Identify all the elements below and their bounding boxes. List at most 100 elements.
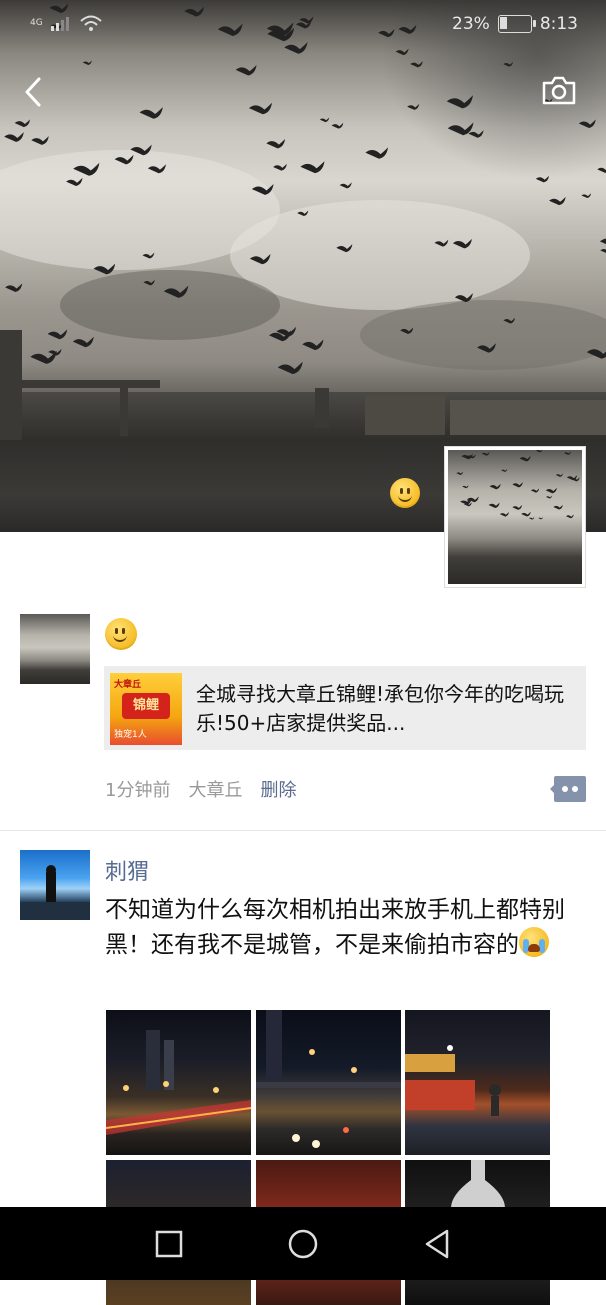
bird-shape	[489, 483, 501, 490]
cover-emoji-smile-icon	[390, 478, 420, 512]
bird-shape	[143, 279, 155, 286]
bird-shape	[581, 193, 592, 199]
bird-shape	[139, 107, 163, 119]
bird-shape	[529, 517, 535, 520]
bird-shape	[563, 451, 571, 455]
bird-shape	[235, 65, 257, 76]
avatar-image	[448, 450, 582, 584]
bird-shape	[468, 130, 484, 138]
photo-stall	[405, 1045, 501, 1116]
bird-shape	[512, 505, 523, 510]
bird-shape	[297, 210, 309, 217]
post-photo[interactable]	[106, 1010, 251, 1155]
post-divider	[0, 830, 606, 831]
bird-shape	[461, 453, 473, 460]
photo-lights	[256, 1010, 401, 1148]
bird-shape	[512, 482, 523, 488]
bird-shape	[519, 455, 531, 462]
bird-shape	[553, 504, 563, 510]
bird-shape	[549, 196, 566, 206]
status-bar: 4G 23% 8:13	[0, 0, 606, 52]
bird-shape	[535, 175, 550, 183]
post-photo[interactable]	[256, 1010, 401, 1155]
bird-shape	[273, 163, 287, 171]
bird-shape	[5, 283, 23, 292]
more-options-icon[interactable]	[550, 776, 586, 802]
bird-shape	[47, 329, 68, 340]
bird-shape	[4, 132, 24, 142]
bird-shape	[565, 514, 574, 519]
avatar-figure	[20, 865, 90, 920]
bird-shape	[248, 102, 273, 115]
post-text-body: 不知道为什么每次相机拍出来放手机上都特别黑！还有我不是城管，不是来偷拍市容的	[105, 897, 565, 958]
bird-shape	[578, 119, 596, 128]
thumb-text-bottom: 独宠1人	[114, 730, 147, 740]
bird-shape	[302, 339, 324, 351]
circle-icon[interactable]	[286, 1227, 320, 1261]
post-author[interactable]: 刺猬	[105, 854, 149, 886]
thumb-text-main: 锦鲤	[122, 693, 170, 719]
bird-shape	[503, 317, 516, 324]
bird-shape	[82, 60, 92, 65]
user-avatar[interactable]	[444, 446, 586, 588]
bird-shape	[452, 238, 472, 249]
post-time: 1分钟前	[105, 780, 171, 801]
shared-link-card[interactable]: 大章丘 锦鲤 独宠1人 全城寻找大章丘锦鲤!承包你今年的吃喝玩乐!50+店家提供…	[104, 666, 586, 750]
post-avatar[interactable]	[20, 850, 90, 920]
post-photo[interactable]	[405, 1010, 550, 1155]
bird-shape	[400, 327, 414, 334]
bird-shape	[66, 177, 83, 187]
delete-button[interactable]: 删除	[260, 776, 296, 802]
bird-shape	[114, 154, 134, 165]
bird-shape	[586, 349, 606, 359]
bird-shape	[14, 119, 31, 128]
bird-shape	[407, 103, 420, 110]
wifi-icon	[80, 15, 102, 31]
post-text: 不知道为什么每次相机拍出来放手机上都特别黑！还有我不是城管，不是来偷拍市容的	[105, 894, 575, 962]
shared-link-title: 全城寻找大章丘锦鲤!承包你今年的吃喝玩乐!50+店家提供奖品...	[196, 682, 565, 735]
chevron-left-icon[interactable]	[20, 74, 48, 110]
shared-link-thumbnail: 大章丘 锦鲤 独宠1人	[110, 673, 182, 745]
bird-shape	[446, 95, 473, 109]
post-avatar[interactable]	[20, 614, 90, 684]
clock: 8:13	[539, 14, 578, 34]
system-navigation-bar	[0, 1207, 606, 1280]
bird-shape	[536, 450, 543, 453]
bird-shape	[545, 487, 557, 494]
bird-shape	[499, 512, 509, 517]
battery-icon	[497, 15, 536, 33]
bird-shape	[530, 488, 540, 493]
bird-shape	[597, 167, 606, 173]
bird-shape	[462, 485, 469, 489]
photo-lights	[106, 1030, 251, 1135]
bird-shape	[48, 348, 62, 356]
bird-shape	[93, 263, 116, 275]
post-location[interactable]: 大章丘	[188, 776, 242, 802]
bird-shape	[546, 495, 552, 499]
square-icon[interactable]	[152, 1227, 186, 1261]
bird-shape	[142, 252, 155, 259]
bird-shape	[454, 293, 473, 303]
post-emoji-smile-icon	[105, 618, 137, 654]
bird-shape	[503, 61, 513, 67]
bird-shape	[130, 144, 152, 156]
bird-shape	[147, 164, 166, 174]
thumb-text-top: 大章丘	[114, 680, 142, 690]
network-type: 4G	[30, 18, 43, 28]
avatar-birds	[456, 450, 580, 520]
battery-percent: 23%	[452, 14, 490, 34]
triangle-back-icon[interactable]	[420, 1227, 454, 1261]
bird-shape	[555, 473, 563, 477]
bird-shape	[410, 61, 423, 68]
bird-shape	[31, 136, 49, 145]
photo-lamp	[451, 1160, 505, 1208]
camera-icon[interactable]	[540, 74, 578, 108]
bird-shape	[538, 517, 543, 520]
bird-shape	[331, 122, 344, 129]
bird-shape	[521, 511, 531, 517]
bird-shape	[251, 184, 274, 195]
bird-shape	[339, 182, 352, 189]
bird-shape	[300, 161, 325, 174]
bird-shape	[277, 361, 303, 375]
signal-icon	[50, 17, 69, 31]
